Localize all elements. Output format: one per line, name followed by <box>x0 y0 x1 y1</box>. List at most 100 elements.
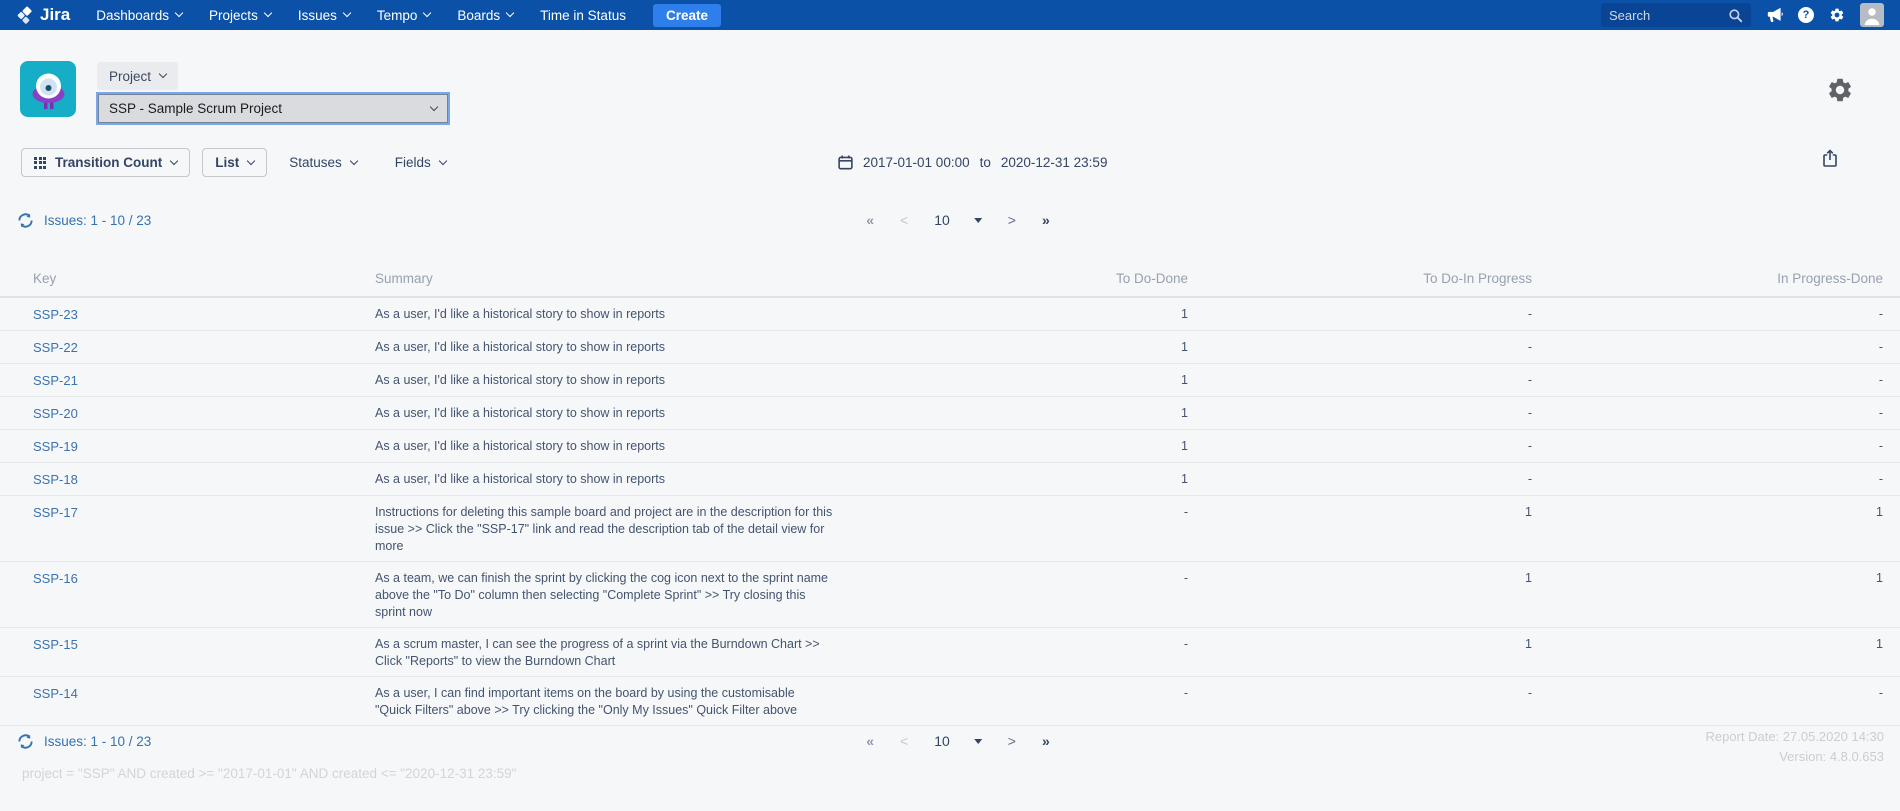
nav-item-label: Boards <box>457 8 500 23</box>
issue-summary: As a user, I'd like a historical story t… <box>375 297 845 331</box>
table-row: SSP-17Instructions for deleting this sam… <box>0 496 1900 562</box>
chevron-down-icon <box>350 156 358 164</box>
jira-logo[interactable]: Jira <box>16 5 70 25</box>
fields-label: Fields <box>395 155 431 170</box>
create-button[interactable]: Create <box>653 4 721 27</box>
table-row: SSP-14As a user, I can find important it… <box>0 677 1900 726</box>
fields-dropdown-button[interactable]: Fields <box>395 148 446 177</box>
todo-inprogress-value: 1 <box>1188 628 1532 677</box>
todo-inprogress-value: - <box>1188 430 1532 463</box>
inprogress-done-value: - <box>1532 463 1900 496</box>
table-row: SSP-19 As a user, I'd like a historical s… <box>0 430 1900 463</box>
view-type-button[interactable]: List <box>202 148 267 177</box>
export-icon[interactable] <box>1822 149 1838 172</box>
issues-count-label: Issues: 1 - 10 / 23 <box>44 213 151 228</box>
gear-icon[interactable] <box>1829 7 1845 23</box>
megaphone-icon[interactable] <box>1766 7 1783 23</box>
todo-inprogress-value: 1 <box>1188 562 1532 628</box>
statuses-label: Statuses <box>289 155 342 170</box>
todo-inprogress-value: - <box>1188 677 1532 726</box>
todo-inprogress-value: - <box>1188 331 1532 364</box>
nav-item-tempo[interactable]: Tempo <box>377 8 431 23</box>
column-header-summary: Summary <box>375 262 845 297</box>
chevron-down-icon <box>264 9 272 17</box>
todo-done-value: 1 <box>845 297 1188 331</box>
issue-key-link[interactable]: SSP-22 <box>33 340 78 355</box>
refresh-icon[interactable] <box>17 733 34 750</box>
table-row: SSP-21 As a user, I'd like a historical s… <box>0 364 1900 397</box>
todo-done-value: 1 <box>845 463 1188 496</box>
issue-summary: As a user, I'd like a historical story t… <box>375 430 845 463</box>
issue-summary: As a team, we can finish the sprint by c… <box>375 562 845 628</box>
nav-item-dashboards[interactable]: Dashboards <box>96 8 182 23</box>
issue-key-link[interactable]: SSP-14 <box>33 686 78 701</box>
todo-done-value: 1 <box>845 364 1188 397</box>
chevron-down-icon <box>430 102 438 110</box>
nav-item-boards[interactable]: Boards <box>457 8 513 23</box>
project-select-value: SSP - Sample Scrum Project <box>109 101 282 116</box>
todo-done-value: - <box>845 562 1188 628</box>
issue-key-link[interactable]: SSP-15 <box>33 637 78 652</box>
nav-item-label: Dashboards <box>96 8 169 23</box>
project-avatar[interactable] <box>20 61 76 122</box>
help-icon[interactable]: ? <box>1798 7 1814 23</box>
jira-logo-icon <box>16 6 35 25</box>
todo-inprogress-value: - <box>1188 297 1532 331</box>
nav-item-label: Projects <box>209 8 258 23</box>
chevron-down-icon <box>170 156 178 164</box>
column-header-inprogress-done: In Progress-Done <box>1532 262 1900 297</box>
first-page-button[interactable]: « <box>866 733 874 749</box>
refresh-icon[interactable] <box>17 212 34 229</box>
page-size-select[interactable]: 10 <box>934 733 982 749</box>
project-select[interactable]: SSP - Sample Scrum Project <box>98 94 448 123</box>
issues-bar-top: Issues: 1 - 10 / 23 « < 10 > » <box>0 205 1900 235</box>
next-page-button[interactable]: > <box>1008 733 1016 749</box>
filter-toolbar: Transition Count List Statuses Fields <box>21 148 446 177</box>
todo-inprogress-value: - <box>1188 364 1532 397</box>
page-size-select[interactable]: 10 <box>934 212 982 228</box>
issue-summary: As a user, I'd like a historical story t… <box>375 397 845 430</box>
nav-item-label: Issues <box>298 8 337 23</box>
last-page-button[interactable]: » <box>1042 212 1050 228</box>
todo-inprogress-value: 1 <box>1188 496 1532 562</box>
prev-page-button[interactable]: < <box>900 212 908 228</box>
project-dropdown-label: Project <box>109 69 151 84</box>
grid-icon <box>34 157 46 169</box>
avatar[interactable] <box>1860 3 1884 27</box>
metric-type-button[interactable]: Transition Count <box>21 148 190 177</box>
next-page-button[interactable]: > <box>1008 212 1016 228</box>
issue-summary: As a user, I'd like a historical story t… <box>375 463 845 496</box>
nav-item-time-in-status[interactable]: Time in Status <box>540 8 626 23</box>
issue-key-link[interactable]: SSP-20 <box>33 406 78 421</box>
report-settings-gear-icon[interactable] <box>1826 76 1854 109</box>
issue-key-link[interactable]: SSP-23 <box>33 307 78 322</box>
last-page-button[interactable]: » <box>1042 733 1050 749</box>
issue-key-link[interactable]: SSP-16 <box>33 571 78 586</box>
issue-key-link[interactable]: SSP-19 <box>33 439 78 454</box>
issues-count-group: Issues: 1 - 10 / 23 <box>17 726 151 756</box>
statuses-dropdown-button[interactable]: Statuses <box>289 148 357 177</box>
table-header-row: Key Summary To Do-Done To Do-In Progress… <box>0 262 1900 297</box>
inprogress-done-value: 1 <box>1532 628 1900 677</box>
date-range-picker[interactable]: 2017-01-01 00:00 to 2020-12-31 23:59 <box>838 148 1107 177</box>
inprogress-done-value: - <box>1532 297 1900 331</box>
nav-item-label: Tempo <box>377 8 418 23</box>
issue-key-link[interactable]: SSP-17 <box>33 505 78 520</box>
nav-item-projects[interactable]: Projects <box>209 8 271 23</box>
inprogress-done-value: - <box>1532 430 1900 463</box>
page-size-value: 10 <box>934 212 950 228</box>
project-dropdown-button[interactable]: Project <box>97 62 178 90</box>
pager-top: « < 10 > » <box>866 205 1050 235</box>
nav-right-group: ? <box>1601 3 1884 27</box>
search-input[interactable] <box>1609 8 1722 23</box>
issue-key-link[interactable]: SSP-21 <box>33 373 78 388</box>
first-page-button[interactable]: « <box>866 212 874 228</box>
search-icon[interactable] <box>1728 8 1743 23</box>
page-size-value: 10 <box>934 733 950 749</box>
issue-key-link[interactable]: SSP-18 <box>33 472 78 487</box>
prev-page-button[interactable]: < <box>900 733 908 749</box>
inprogress-done-value: - <box>1532 331 1900 364</box>
issue-summary: As a user, I'd like a historical story t… <box>375 364 845 397</box>
nav-item-issues[interactable]: Issues <box>298 8 350 23</box>
inprogress-done-value: 1 <box>1532 496 1900 562</box>
